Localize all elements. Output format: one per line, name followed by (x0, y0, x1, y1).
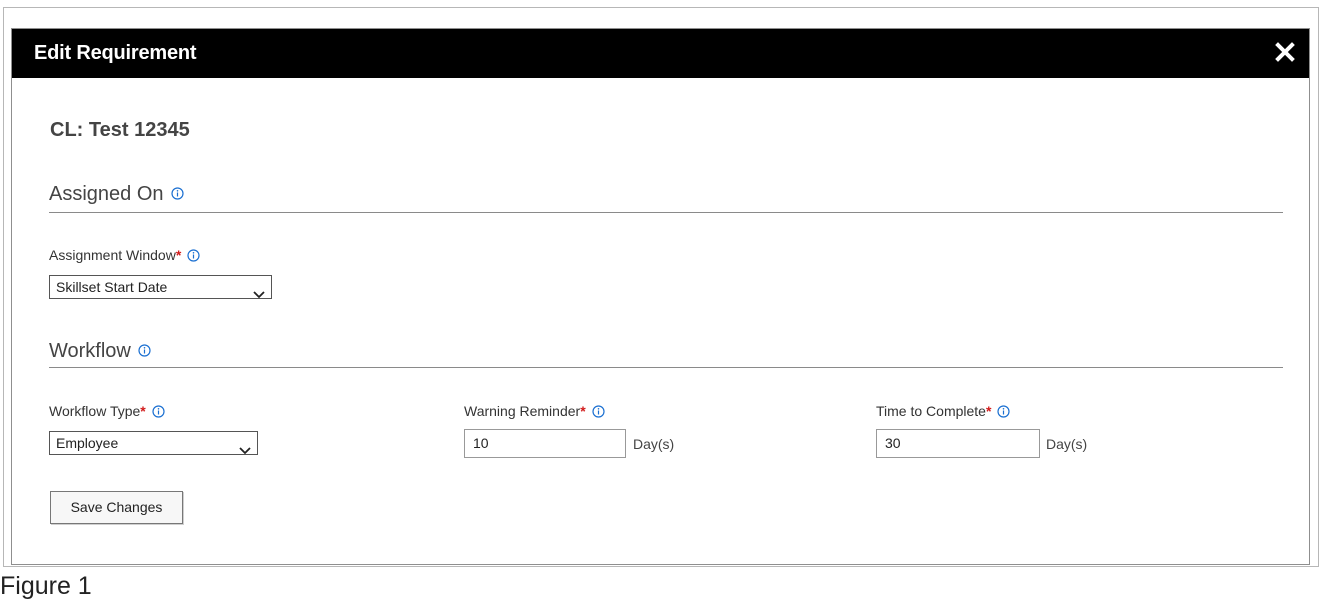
info-icon[interactable] (997, 405, 1011, 421)
assigned-on-heading: Assigned On (49, 183, 184, 206)
figure-caption: Figure 1 (0, 572, 92, 600)
workflow-type-label: Workflow Type* (49, 403, 165, 421)
workflow-type-select[interactable]: Employee (49, 431, 258, 455)
workflow-type-label-text: Workflow Type (49, 403, 141, 419)
time-to-complete-unit: Day(s) (1046, 436, 1088, 452)
edit-requirement-modal: Edit Requirement CL: Test 12345 Assigned… (11, 28, 1310, 565)
assignment-window-select[interactable]: Skillset Start Date (49, 275, 272, 299)
time-to-complete-input[interactable]: 30 (876, 429, 1040, 458)
section-divider (49, 367, 1283, 368)
info-icon[interactable] (138, 340, 151, 362)
warning-reminder-unit: Day(s) (633, 436, 675, 452)
info-icon[interactable] (170, 183, 184, 205)
required-marker: * (580, 403, 586, 419)
modal-title: Edit Requirement (34, 42, 197, 64)
warning-reminder-label: Warning Reminder* (464, 403, 605, 421)
info-icon[interactable] (152, 405, 165, 421)
time-to-complete-label-text: Time to Complete (876, 403, 986, 419)
requirement-name: CL: Test 12345 (50, 119, 190, 141)
chevron-down-icon (239, 439, 251, 461)
warning-reminder-label-text: Warning Reminder (464, 403, 581, 419)
warning-reminder-input[interactable]: 10 (464, 429, 626, 458)
section-divider (49, 212, 1283, 213)
workflow-heading-text: Workflow (49, 340, 131, 362)
required-marker: * (175, 247, 182, 263)
close-icon[interactable] (1273, 40, 1297, 64)
assigned-on-heading-text: Assigned On (49, 183, 164, 205)
modal-header: Edit Requirement (12, 29, 1309, 78)
assignment-window-label-text: Assignment Window (49, 247, 176, 263)
required-marker: * (985, 403, 992, 419)
workflow-type-value: Employee (56, 435, 119, 451)
info-icon[interactable] (187, 249, 200, 265)
assignment-window-value: Skillset Start Date (56, 279, 168, 295)
time-to-complete-label: Time to Complete* (876, 403, 1011, 421)
assignment-window-label: Assignment Window* (49, 247, 200, 265)
chevron-down-icon (253, 283, 265, 305)
required-marker: * (140, 403, 146, 419)
info-icon[interactable] (592, 405, 605, 421)
workflow-heading: Workflow (49, 340, 151, 363)
save-changes-button[interactable]: Save Changes (50, 491, 183, 524)
